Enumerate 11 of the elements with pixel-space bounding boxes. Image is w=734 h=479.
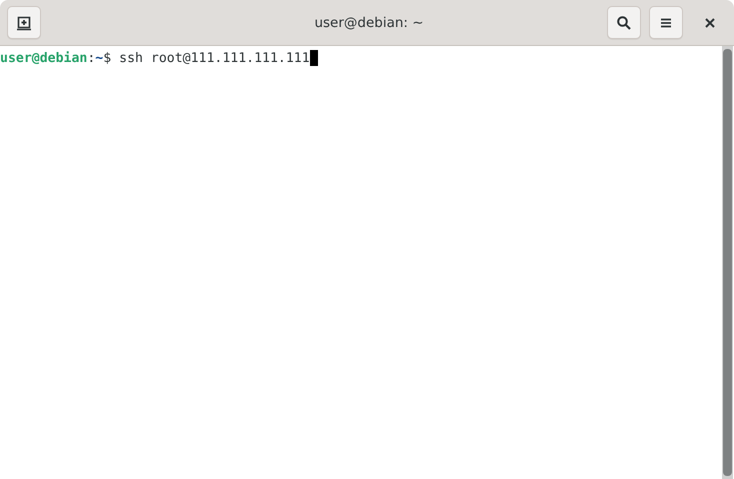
menu-button[interactable] bbox=[649, 6, 683, 39]
menu-icon bbox=[659, 16, 673, 30]
window-title: user@debian: ~ bbox=[313, 14, 425, 30]
search-button[interactable] bbox=[607, 6, 641, 39]
terminal-line: user@debian:~$ ssh root@111.111.111.111 bbox=[0, 50, 310, 66]
search-icon bbox=[616, 14, 632, 30]
close-icon bbox=[704, 16, 716, 28]
scrollbar-thumb[interactable] bbox=[723, 49, 732, 476]
new-tab-button[interactable] bbox=[7, 6, 41, 39]
new-tab-icon bbox=[16, 14, 32, 30]
scrollbar[interactable] bbox=[722, 46, 733, 479]
